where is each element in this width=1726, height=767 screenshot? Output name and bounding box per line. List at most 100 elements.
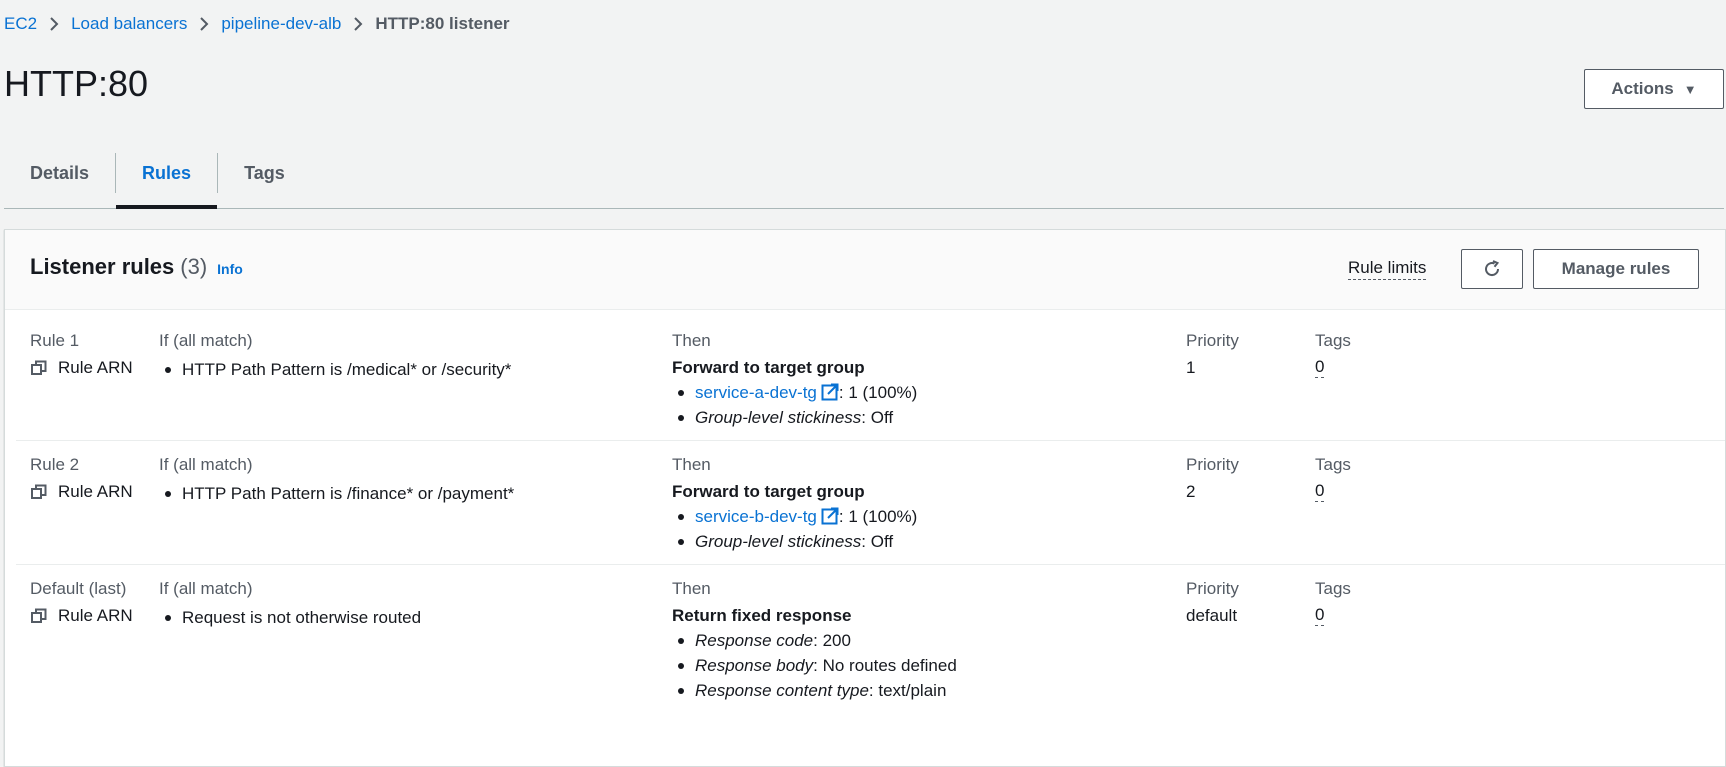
- response-code-value: : 200: [813, 631, 851, 650]
- rule-name: Rule 2: [30, 455, 80, 474]
- info-link[interactable]: Info: [217, 261, 243, 277]
- content-type-value: : text/plain: [868, 681, 947, 700]
- tags-label: Tags: [1315, 331, 1351, 350]
- external-link-icon: [821, 507, 839, 525]
- page-title: HTTP:80: [4, 63, 149, 104]
- response-body-value: : No routes defined: [813, 656, 957, 675]
- tab-details[interactable]: Details: [4, 138, 115, 208]
- stickiness-item: Group-level stickiness: Off: [672, 529, 917, 554]
- condition-label: If (all match): [159, 331, 253, 350]
- content-type-item: Response content type: text/plain: [672, 678, 957, 703]
- priority-label: Priority: [1186, 579, 1239, 598]
- condition-label: If (all match): [159, 579, 253, 598]
- panel-title-text: Listener rules: [30, 254, 175, 279]
- refresh-icon: [1485, 260, 1500, 277]
- breadcrumb: EC2 Load balancers pipeline-dev-alb HTTP…: [4, 12, 510, 36]
- condition-label: If (all match): [159, 455, 253, 474]
- tab-rules[interactable]: Rules: [116, 138, 218, 209]
- then-cell: Then Forward to target group service-a-d…: [672, 330, 917, 430]
- priority-label: Priority: [1186, 455, 1239, 474]
- tags-label: Tags: [1315, 579, 1351, 598]
- breadcrumb-pipeline-dev-alb[interactable]: pipeline-dev-alb: [221, 12, 341, 36]
- rule-arn-copy[interactable]: Rule ARN: [30, 481, 133, 503]
- table-row: Default (last) Rule ARN If (all match) R…: [16, 565, 1725, 715]
- panel-title: Listener rules (3) Info: [30, 254, 243, 280]
- table-row: Rule 1 Rule ARN If (all match) HTTP Path…: [16, 310, 1725, 441]
- copy-icon: [31, 360, 47, 375]
- actions-label: Actions: [1611, 79, 1674, 98]
- breadcrumb-ec2[interactable]: EC2: [4, 12, 37, 36]
- stickiness-value: : Off: [861, 532, 894, 551]
- actions-button[interactable]: Actions ▼: [1584, 69, 1724, 109]
- action-title: Return fixed response: [672, 606, 852, 625]
- target-group-link[interactable]: service-a-dev-tg: [695, 383, 817, 402]
- stickiness-label: Group-level stickiness: [695, 408, 862, 427]
- breadcrumb-current: HTTP:80 listener: [375, 14, 510, 33]
- response-code-item: Response code: 200: [672, 628, 957, 653]
- rule-arn-label: Rule ARN: [58, 482, 133, 501]
- priority-value: 1: [1186, 358, 1196, 377]
- priority-value: default: [1186, 606, 1238, 625]
- action-title: Forward to target group: [672, 358, 865, 377]
- response-body-item: Response body: No routes defined: [672, 653, 957, 678]
- rule-name-cell: Rule 1 Rule ARN: [30, 330, 133, 379]
- table-row: Rule 2 Rule ARN If (all match) HTTP Path…: [16, 441, 1725, 565]
- stickiness-item: Group-level stickiness: Off: [672, 405, 917, 430]
- chevron-right-icon: [37, 12, 71, 36]
- then-label: Then: [672, 579, 711, 598]
- condition-cell: If (all match) Request is not otherwise …: [159, 578, 421, 630]
- chevron-right-icon: [341, 12, 375, 36]
- tags-count-link[interactable]: 0: [1315, 357, 1325, 378]
- rule-name-cell: Default (last) Rule ARN: [30, 578, 133, 627]
- tab-tags[interactable]: Tags: [218, 138, 311, 208]
- priority-cell: Priority 1: [1186, 330, 1239, 379]
- condition-item: HTTP Path Pattern is /medical* or /secur…: [159, 357, 511, 382]
- tags-count-link[interactable]: 0: [1315, 481, 1325, 502]
- tags-count-link[interactable]: 0: [1315, 605, 1325, 626]
- condition-item: HTTP Path Pattern is /finance* or /payme…: [159, 481, 514, 506]
- response-body-label: Response body: [695, 656, 814, 675]
- action-title: Forward to target group: [672, 482, 865, 501]
- external-link-icon: [821, 383, 839, 401]
- target-weight: : 1 (100%): [838, 383, 918, 402]
- manage-rules-button[interactable]: Manage rules: [1533, 249, 1699, 289]
- rule-count: (3): [180, 254, 208, 279]
- response-code-label: Response code: [695, 631, 814, 650]
- target-group-item: service-b-dev-tg : 1 (100%): [672, 504, 917, 529]
- content-type-label: Response content type: [695, 681, 869, 700]
- priority-label: Priority: [1186, 331, 1239, 350]
- target-group-item: service-a-dev-tg : 1 (100%): [672, 380, 917, 405]
- then-cell: Then Return fixed response Response code…: [672, 578, 957, 703]
- rule-name: Rule 1: [30, 331, 80, 350]
- listener-rules-panel: Listener rules (3) Info Rule limits Mana…: [4, 229, 1726, 767]
- condition-cell: If (all match) HTTP Path Pattern is /med…: [159, 330, 511, 382]
- tags-cell: Tags 0: [1315, 578, 1351, 626]
- tags-cell: Tags 0: [1315, 330, 1351, 378]
- then-label: Then: [672, 455, 711, 474]
- copy-icon: [31, 608, 47, 623]
- chevron-right-icon: [187, 12, 221, 36]
- priority-cell: Priority 2: [1186, 454, 1239, 503]
- condition-item: Request is not otherwise routed: [159, 605, 421, 630]
- refresh-button[interactable]: [1461, 249, 1523, 289]
- breadcrumb-load-balancers[interactable]: Load balancers: [71, 12, 187, 36]
- copy-icon: [31, 484, 47, 499]
- caret-down-icon: ▼: [1683, 81, 1697, 97]
- priority-value: 2: [1186, 482, 1196, 501]
- panel-header: Listener rules (3) Info Rule limits Mana…: [5, 230, 1725, 310]
- rule-arn-copy[interactable]: Rule ARN: [30, 357, 133, 379]
- rule-name: Default (last): [30, 579, 127, 598]
- priority-cell: Priority default: [1186, 578, 1239, 627]
- target-group-link[interactable]: service-b-dev-tg: [695, 507, 817, 526]
- tags-label: Tags: [1315, 455, 1351, 474]
- then-label: Then: [672, 331, 711, 350]
- rule-limits-link[interactable]: Rule limits: [1348, 257, 1427, 280]
- rule-arn-copy[interactable]: Rule ARN: [30, 605, 133, 627]
- stickiness-label: Group-level stickiness: [695, 532, 862, 551]
- then-cell: Then Forward to target group service-b-d…: [672, 454, 917, 554]
- tags-cell: Tags 0: [1315, 454, 1351, 502]
- target-weight: : 1 (100%): [838, 507, 918, 526]
- rule-name-cell: Rule 2 Rule ARN: [30, 454, 133, 503]
- stickiness-value: : Off: [861, 408, 894, 427]
- tab-bar: Details Rules Tags: [4, 138, 1724, 209]
